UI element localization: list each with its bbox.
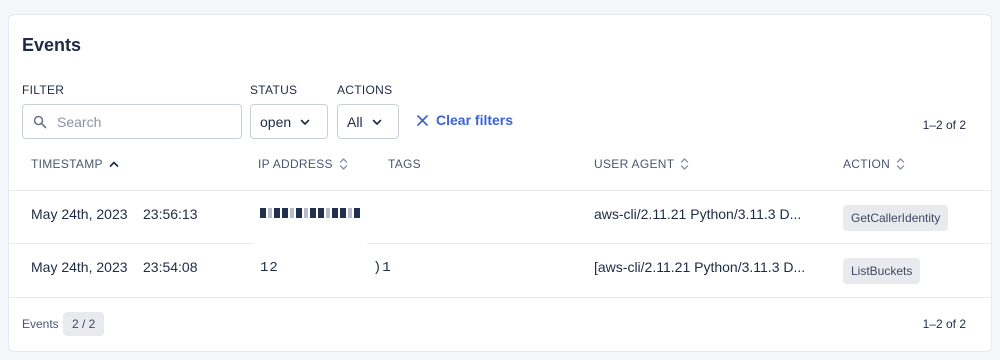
footer-label: Events [22,317,59,331]
status-label: STATUS [250,83,298,97]
sort-icon [681,158,689,170]
panel-title: Events [22,35,82,55]
chevron-down-icon [300,119,310,125]
column-header-timestamp[interactable]: TIMESTAMP [31,157,119,171]
column-header-tags: TAGS [388,157,421,171]
row-time: 23:56:13 [143,206,198,222]
search-input[interactable] [57,113,237,130]
sort-icon [896,158,905,170]
actions-label: ACTIONS [337,83,393,97]
column-label-action: ACTION [843,157,891,171]
events-panel: Events FILTER STATUS ACTIONS open All Cl… [8,14,992,352]
row-ip-address: 12 )1 [260,260,392,276]
actions-select-value: All [347,113,363,130]
actions-select[interactable]: All [337,104,399,139]
column-header-user-agent[interactable]: USER AGENT [594,157,689,171]
clear-filters-button[interactable]: Clear filters [417,112,513,128]
column-label-ip-address: IP ADDRESS [258,157,333,171]
filter-label: FILTER [22,83,65,97]
status-select-value: open [260,113,292,130]
column-header-action[interactable]: ACTION [843,157,905,171]
row-divider [9,243,991,244]
redacted-ip-mask [252,191,367,295]
action-badge: GetCallerIdentity [843,205,949,231]
row-user-agent: [aws-cli/2.11.21 Python/3.11.3 D... [594,259,806,275]
column-label-timestamp: TIMESTAMP [31,157,103,171]
header-divider [9,190,991,191]
table-bottom-divider [9,297,991,298]
sort-icon [339,158,348,170]
search-icon [33,115,47,128]
redacted-ip-pixels [260,208,360,218]
column-label-tags: TAGS [388,157,421,171]
close-icon [417,114,428,126]
row-date: May 24th, 2023 [31,206,128,222]
action-badge: ListBuckets [843,258,921,284]
row-user-agent: aws-cli/2.11.21 Python/3.11.3 D... [594,206,802,222]
sort-ascending-icon [109,161,119,167]
footer-count-badge: 2 / 2 [63,312,105,336]
column-label-user-agent: USER AGENT [594,157,675,171]
column-header-ip-address[interactable]: IP ADDRESS [258,157,348,171]
pagination-range-top: 1–2 of 2 [922,118,966,132]
status-select[interactable]: open [250,104,328,139]
search-field[interactable] [22,104,242,139]
clear-filters-label: Clear filters [436,112,514,128]
chevron-down-icon [372,119,381,125]
row-date: May 24th, 2023 [31,259,128,275]
row-time: 23:54:08 [143,259,198,275]
pagination-range-bottom: 1–2 of 2 [922,317,966,331]
